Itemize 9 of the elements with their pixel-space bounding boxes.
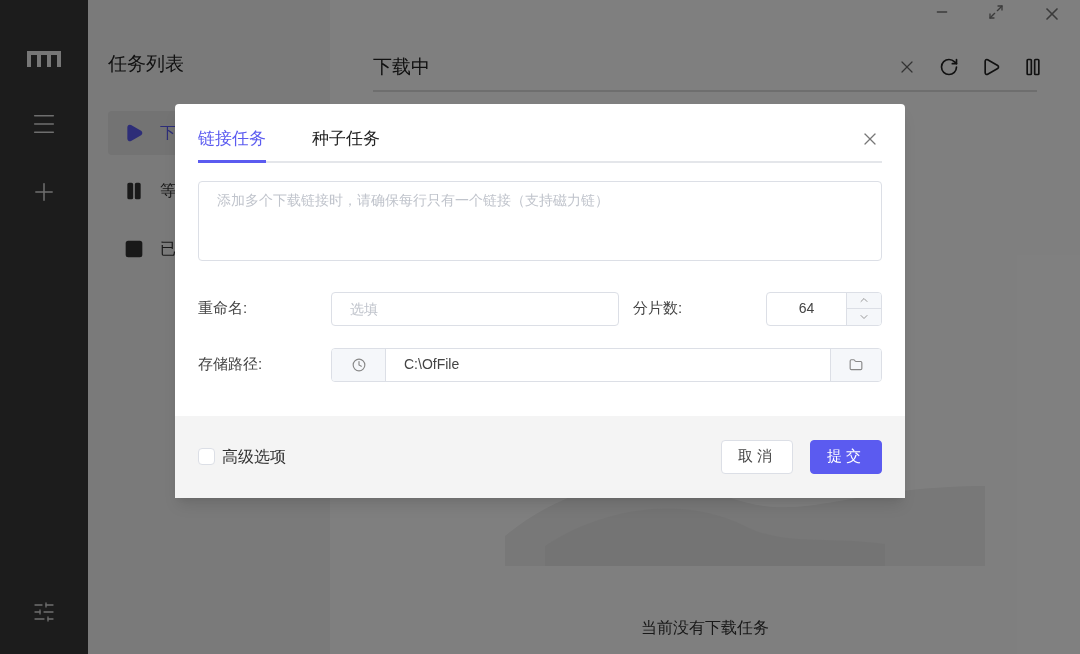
panel-title: 任务列表 [108,52,185,76]
field-label: 重命名: [198,298,249,319]
field-label: 存储路径: [198,354,264,375]
field-label: 分片数: [633,298,684,319]
empty-message: 当前没有下载任务 [641,618,769,638]
stepper-value: 64 [797,299,816,318]
advanced-label: 高级选项 [222,446,286,467]
page-title: 下载中 [373,54,430,79]
path-value: C:\OfFile [403,355,461,374]
